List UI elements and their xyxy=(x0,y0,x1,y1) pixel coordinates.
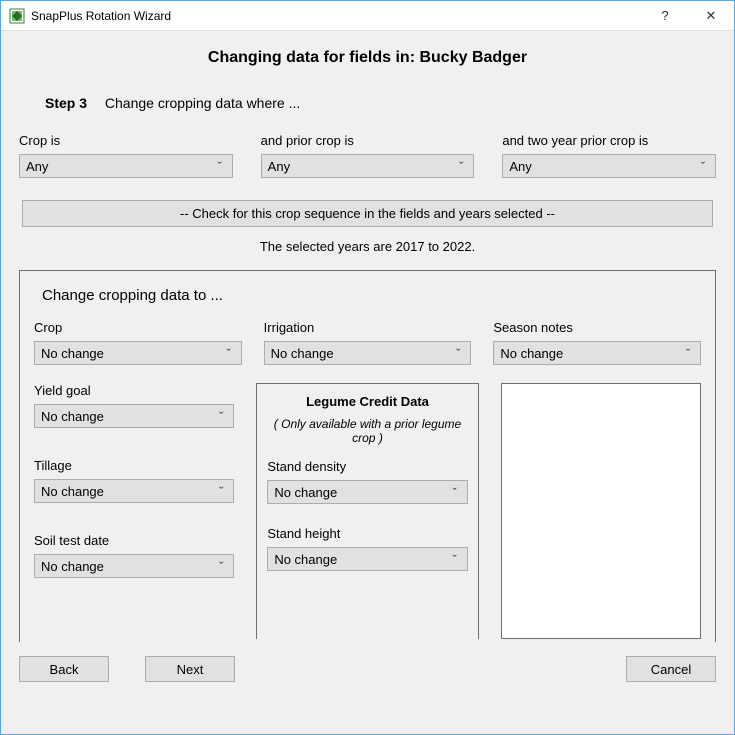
step-line: Step 3 Change cropping data where ... xyxy=(45,95,716,111)
chevron-down-icon: ˇ xyxy=(215,559,227,574)
help-button[interactable]: ? xyxy=(642,1,688,31)
prior-crop-value: Any xyxy=(268,159,456,174)
two-prior-crop-select[interactable]: Any ˇ xyxy=(502,154,716,178)
chevron-down-icon: ˇ xyxy=(214,159,226,174)
season-notes-value: No change xyxy=(500,346,682,361)
left-column: Yield goal No change ˇ Tillage No change… xyxy=(34,383,234,608)
change-top-row: Crop No change ˇ Irrigation No change ˇ … xyxy=(34,320,701,365)
soil-test-date-select[interactable]: No change ˇ xyxy=(34,554,234,578)
change-panel-title: Change cropping data to ... xyxy=(42,287,701,304)
prior-crop-select[interactable]: Any ˇ xyxy=(261,154,475,178)
app-icon xyxy=(9,8,25,24)
step-description: Change cropping data where ... xyxy=(105,95,300,111)
two-prior-crop-label: and two year prior crop is xyxy=(502,133,716,148)
tillage-value: No change xyxy=(41,484,215,499)
window-controls: ? ✕ xyxy=(642,1,734,31)
check-sequence-button[interactable]: -- Check for this crop sequence in the f… xyxy=(22,200,713,227)
soil-test-date-label: Soil test date xyxy=(34,533,234,548)
chevron-down-icon: ˇ xyxy=(682,346,694,361)
prior-crop-label: and prior crop is xyxy=(261,133,475,148)
season-notes-label: Season notes xyxy=(493,320,701,335)
two-prior-crop-value: Any xyxy=(509,159,697,174)
yield-goal-value: No change xyxy=(41,409,215,424)
chevron-down-icon: ˇ xyxy=(449,552,461,567)
irrigation-select[interactable]: No change ˇ xyxy=(264,341,472,365)
irrigation-value: No change xyxy=(271,346,453,361)
app-window: SnapPlus Rotation Wizard ? ✕ Changing da… xyxy=(0,0,735,735)
stand-density-value: No change xyxy=(274,485,448,500)
stand-height-label: Stand height xyxy=(267,526,467,541)
crop-label: Crop xyxy=(34,320,242,335)
crop-is-label: Crop is xyxy=(19,133,233,148)
chevron-down-icon: ˇ xyxy=(697,159,709,174)
cancel-button[interactable]: Cancel xyxy=(626,656,716,682)
selected-years-text: The selected years are 2017 to 2022. xyxy=(19,239,716,254)
yield-goal-label: Yield goal xyxy=(34,383,234,398)
season-notes-select[interactable]: No change ˇ xyxy=(493,341,701,365)
close-button[interactable]: ✕ xyxy=(688,1,734,31)
legume-subtitle: ( Only available with a prior legume cro… xyxy=(267,417,467,445)
footer-buttons: Back Next Cancel xyxy=(19,656,716,682)
chevron-down-icon: ˇ xyxy=(215,409,227,424)
stand-density-select[interactable]: No change ˇ xyxy=(267,480,467,504)
chevron-down-icon: ˇ xyxy=(452,346,464,361)
season-notes-textarea[interactable] xyxy=(501,383,701,639)
soil-test-date-value: No change xyxy=(41,559,215,574)
chevron-down-icon: ˇ xyxy=(223,346,235,361)
stand-density-label: Stand density xyxy=(267,459,467,474)
stand-height-select[interactable]: No change ˇ xyxy=(267,547,467,571)
tillage-label: Tillage xyxy=(34,458,234,473)
chevron-down-icon: ˇ xyxy=(215,484,227,499)
yield-goal-select[interactable]: No change ˇ xyxy=(34,404,234,428)
crop-is-select[interactable]: Any ˇ xyxy=(19,154,233,178)
filter-row: Crop is Any ˇ and prior crop is Any ˇ an… xyxy=(19,133,716,178)
footer-spacer xyxy=(271,656,590,682)
titlebar: SnapPlus Rotation Wizard ? ✕ xyxy=(1,1,734,31)
back-button[interactable]: Back xyxy=(19,656,109,682)
chevron-down-icon: ˇ xyxy=(449,485,461,500)
stand-height-value: No change xyxy=(274,552,448,567)
crop-value: No change xyxy=(41,346,223,361)
change-lower-row: Yield goal No change ˇ Tillage No change… xyxy=(34,383,701,639)
notes-column xyxy=(501,383,701,639)
change-panel: Change cropping data to ... Crop No chan… xyxy=(19,270,716,642)
window-title: SnapPlus Rotation Wizard xyxy=(31,9,642,23)
step-number: Step 3 xyxy=(45,95,87,111)
tillage-select[interactable]: No change ˇ xyxy=(34,479,234,503)
irrigation-label: Irrigation xyxy=(264,320,472,335)
legume-credit-panel: Legume Credit Data ( Only available with… xyxy=(256,383,478,639)
crop-select[interactable]: No change ˇ xyxy=(34,341,242,365)
next-button[interactable]: Next xyxy=(145,656,235,682)
crop-is-value: Any xyxy=(26,159,214,174)
content-area: Changing data for fields in: Bucky Badge… xyxy=(1,31,734,734)
page-title: Changing data for fields in: Bucky Badge… xyxy=(19,49,716,67)
chevron-down-icon: ˇ xyxy=(455,159,467,174)
legume-title: Legume Credit Data xyxy=(267,394,467,409)
